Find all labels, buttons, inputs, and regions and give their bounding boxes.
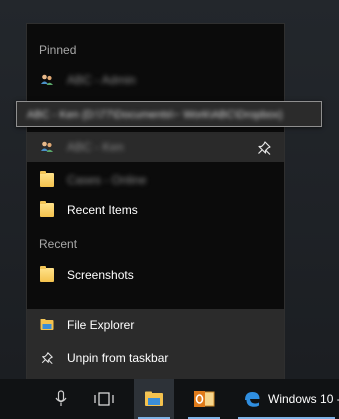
pinned-item-label: ABC - Ken	[67, 140, 124, 154]
pinned-item-label: Cases - Online	[67, 173, 147, 187]
task-view-button[interactable]	[84, 379, 124, 419]
task-view-icon	[94, 392, 114, 406]
unpin-icon[interactable]	[256, 140, 272, 156]
microphone-icon	[55, 390, 67, 406]
jump-list-tasks: File Explorer Unpin from taskbar	[27, 309, 284, 380]
pinned-section-title: Pinned	[39, 43, 77, 57]
file-explorer-icon	[145, 391, 163, 406]
outlook-icon	[194, 391, 215, 407]
pinned-item[interactable]: Recent Items	[27, 195, 284, 225]
folder-icon	[40, 266, 54, 282]
task-file-explorer[interactable]: File Explorer	[27, 310, 284, 340]
jump-list: Pinned ABC - Admin ABC - Ken Cases - Onl…	[26, 23, 285, 380]
pinned-item[interactable]: ABC - Admin	[27, 65, 284, 95]
recent-section-title: Recent	[39, 237, 78, 251]
taskbar-outlook[interactable]	[184, 379, 224, 419]
pinned-item[interactable]: Cases - Online	[27, 165, 284, 195]
task-label: Unpin from taskbar	[67, 351, 169, 365]
recent-item[interactable]: Screenshots	[27, 260, 284, 290]
taskbar-window-label: Windows 10 -	[268, 392, 339, 406]
taskbar-file-explorer[interactable]	[134, 379, 174, 419]
pinned-item-label: Recent Items	[67, 203, 138, 217]
unpin-icon	[41, 352, 53, 365]
tooltip-text: ABC - Ken (D:\77\Documents\~ Work\ABC\Dr…	[27, 109, 283, 121]
network-users-icon	[41, 74, 53, 85]
folder-icon	[40, 201, 54, 217]
path-tooltip: ABC - Ken (D:\77\Documents\~ Work\ABC\Dr…	[16, 101, 322, 127]
edge-icon	[245, 392, 260, 407]
pinned-item-label: ABC - Admin	[67, 73, 136, 87]
taskbar: Windows 10 -	[0, 379, 339, 419]
task-unpin-from-taskbar[interactable]: Unpin from taskbar	[27, 343, 284, 373]
microphone-button[interactable]	[44, 379, 78, 419]
recent-item-label: Screenshots	[67, 268, 134, 282]
folder-icon	[40, 171, 54, 187]
file-explorer-icon	[40, 319, 54, 330]
task-label: File Explorer	[67, 318, 135, 332]
pinned-item[interactable]: ABC - Ken	[27, 132, 284, 162]
network-users-icon	[41, 141, 53, 152]
